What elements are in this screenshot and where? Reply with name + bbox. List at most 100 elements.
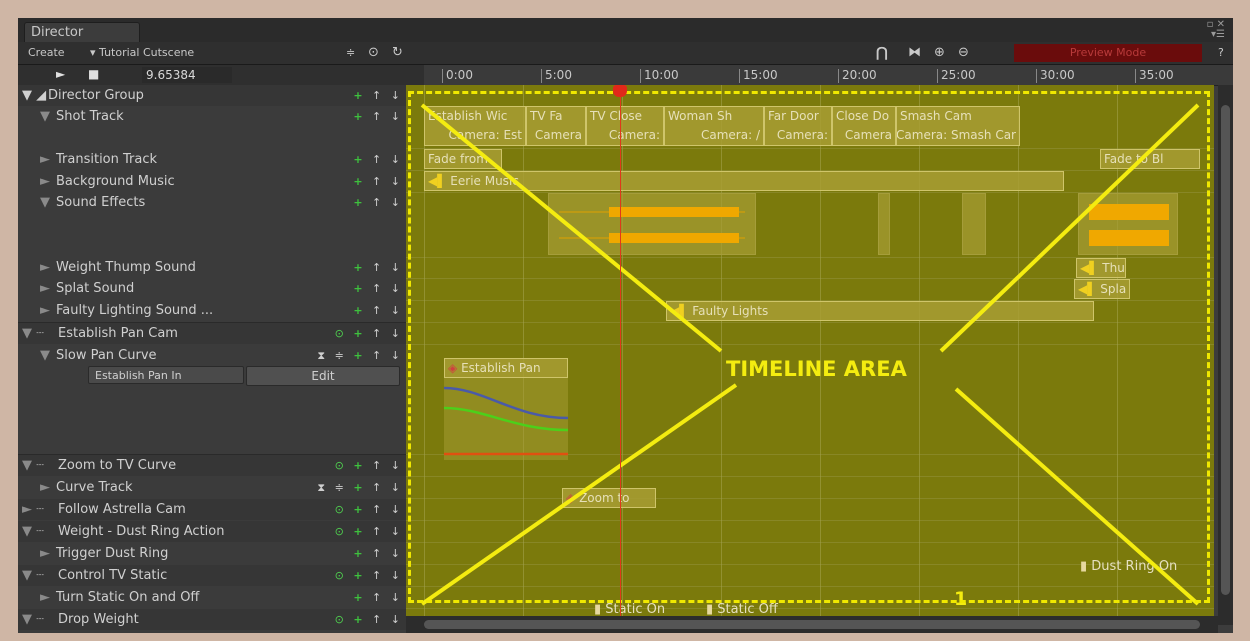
create-menu[interactable]: Create (28, 45, 65, 61)
track-controls[interactable]: ⊙ + ↑ ↓ (335, 521, 403, 542)
refresh-icon[interactable]: ↻ (392, 45, 403, 61)
cutscene-stepper-icon[interactable]: ≑ (346, 45, 355, 61)
track-controls[interactable]: ⊙ + ↑ ↓ (335, 323, 403, 344)
target-icon[interactable]: ⊙ (335, 569, 347, 582)
track-controls[interactable]: ⊙ + ↑ ↓ (335, 565, 403, 586)
window-tab[interactable]: Director (24, 22, 140, 42)
target-icon[interactable]: ⊙ (335, 459, 347, 472)
track-faulty-lighting[interactable]: ► Faulty Lighting Sound ... + ↑ ↓ (18, 300, 407, 321)
add-icon[interactable]: + (353, 591, 365, 604)
expand-icon[interactable]: ▼ ┄ (22, 455, 44, 476)
help-icon[interactable]: ? (1218, 45, 1224, 61)
add-icon[interactable]: + (353, 525, 365, 538)
track-controls[interactable]: + ↑ ↓ (353, 278, 403, 299)
track-weight-thump[interactable]: ► Weight Thump Sound + ↑ ↓ (18, 257, 407, 278)
zoom-in-icon[interactable]: ⊕ (934, 45, 945, 61)
track-controls[interactable]: + ↑ ↓ (353, 149, 403, 170)
target-icon[interactable]: ⊙ (335, 613, 347, 626)
stop-icon[interactable]: ■ (88, 67, 99, 81)
expand-icon[interactable]: ▼ ┄ (22, 323, 44, 344)
track-controls[interactable]: + ↑ ↓ (353, 171, 403, 192)
track-controls[interactable]: + ↑ ↓ (353, 257, 403, 278)
add-icon[interactable]: + (353, 503, 365, 516)
zoom-out-icon[interactable]: ⊖ (958, 45, 969, 61)
expand-icon[interactable]: ► (40, 171, 50, 192)
expand-icon[interactable]: ▼ ┄ (22, 609, 44, 630)
track-follow-astrella[interactable]: ► ┄ Follow Astrella Cam ⊙ + ↑ ↓ (18, 499, 407, 520)
horizontal-scroll-thumb[interactable] (424, 620, 1200, 629)
horizontal-scrollbar[interactable] (406, 616, 1218, 633)
track-drop-weight[interactable]: ▼ ┄ Drop Weight ⊙ + ↑ ↓ (18, 609, 407, 630)
window-menu-icon[interactable]: ▾☰ (1207, 30, 1225, 40)
track-transition[interactable]: ► Transition Track + ↑ ↓ (18, 149, 407, 170)
track-controls[interactable]: ⊙ + ↑ ↓ (335, 499, 403, 520)
track-splat-sound[interactable]: ► Splat Sound + ↑ ↓ (18, 278, 407, 299)
expand-icon[interactable]: ► (40, 477, 50, 498)
track-controls[interactable]: ⊙ + ↑ ↓ (335, 609, 403, 630)
expand-icon[interactable]: ► (40, 543, 50, 564)
add-icon[interactable]: + (353, 481, 365, 494)
add-icon[interactable]: + (353, 349, 365, 362)
add-icon[interactable]: + (353, 153, 365, 166)
add-icon[interactable]: + (353, 89, 365, 102)
track-controls[interactable]: + ↑ ↓ (353, 192, 403, 213)
preview-mode-button[interactable]: Preview Mode (1014, 44, 1202, 62)
track-sound-effects[interactable]: ▼ Sound Effects + ↑ ↓ (18, 192, 407, 213)
add-icon[interactable]: + (353, 459, 365, 472)
expand-icon[interactable]: ► (40, 257, 50, 278)
add-icon[interactable]: + (353, 282, 365, 295)
edit-button[interactable]: Edit (246, 366, 400, 386)
expand-icon[interactable]: ▼ (40, 345, 50, 366)
playhead-line[interactable] (620, 85, 621, 625)
expand-icon[interactable]: ► ┄ (22, 499, 44, 520)
track-control-tv-static[interactable]: ▼ ┄ Control TV Static ⊙ + ↑ ↓ (18, 565, 407, 586)
track-controls[interactable]: + ↑ ↓ (353, 543, 403, 564)
expand-icon[interactable]: ▼ ┄ (22, 565, 44, 586)
window-controls[interactable]: ▫ ✕ ▾☰ (1207, 20, 1225, 40)
expand-icon[interactable]: ► (40, 300, 50, 321)
vertical-scroll-thumb[interactable] (1221, 105, 1230, 595)
track-controls[interactable]: + ↑ ↓ (353, 85, 403, 106)
vertical-scrollbar[interactable] (1218, 85, 1233, 625)
track-controls[interactable]: ⧗ ≑ + ↑ ↓ (317, 345, 403, 366)
track-turn-static[interactable]: ► Turn Static On and Off + ↑ ↓ (18, 587, 407, 608)
curve-select[interactable]: Establish Pan In (88, 366, 244, 384)
expand-icon[interactable]: ▼ (40, 192, 50, 213)
track-controls[interactable]: ⧗ ≑ + ↑ ↓ (317, 477, 403, 498)
add-icon[interactable]: + (353, 196, 365, 209)
expand-icon[interactable]: ▼ ┄ (22, 521, 44, 542)
add-icon[interactable]: + (353, 304, 365, 317)
time-field[interactable]: 9.65384 (142, 67, 232, 83)
add-icon[interactable]: + (353, 569, 365, 582)
playhead-handle[interactable] (613, 85, 627, 97)
target-icon[interactable]: ⊙ (335, 525, 347, 538)
fit-icon[interactable]: ⧓ (908, 45, 921, 61)
cutscene-dropdown[interactable]: ▾ Tutorial Cutscene (90, 45, 194, 61)
track-shot-track[interactable]: ▼ Shot Track + ↑ ↓ (18, 106, 407, 127)
track-slow-pan-curve[interactable]: ▼ Slow Pan Curve ⧗ ≑ + ↑ ↓ (18, 345, 407, 366)
target-icon[interactable]: ⊙ (335, 327, 347, 340)
expand-icon[interactable]: ► (40, 278, 50, 299)
magnet-icon[interactable]: ⋂ (876, 45, 888, 61)
play-icon[interactable]: ► (56, 67, 65, 81)
track-director-group[interactable]: ▼ ◢ Director Group + ↑ ↓ (18, 85, 407, 106)
track-establish-pan-cam[interactable]: ▼ ┄ Establish Pan Cam ⊙ + ↑ ↓ (18, 323, 407, 344)
expand-icon[interactable]: ► (40, 587, 50, 608)
settings-icon[interactable]: ⊙ (368, 45, 379, 61)
add-icon[interactable]: + (353, 547, 365, 560)
target-icon[interactable]: ⊙ (335, 503, 347, 516)
track-weight-dust-ring[interactable]: ▼ ┄ Weight - Dust Ring Action ⊙ + ↑ ↓ (18, 521, 407, 542)
expand-icon[interactable]: ▼ (40, 106, 50, 127)
add-icon[interactable]: + (353, 175, 365, 188)
track-controls[interactable]: + ↑ ↓ (353, 106, 403, 127)
track-trigger-dust-ring[interactable]: ► Trigger Dust Ring + ↑ ↓ (18, 543, 407, 564)
track-controls[interactable]: ⊙ + ↑ ↓ (335, 455, 403, 476)
expand-icon[interactable]: ► (40, 149, 50, 170)
add-icon[interactable]: + (353, 261, 365, 274)
track-controls[interactable]: + ↑ ↓ (353, 300, 403, 321)
track-background-music[interactable]: ► Background Music + ↑ ↓ (18, 171, 407, 192)
track-zoom-tv-curve[interactable]: ▼ ┄ Zoom to TV Curve ⊙ + ↑ ↓ (18, 455, 407, 476)
track-curve-track[interactable]: ► Curve Track ⧗ ≑ + ↑ ↓ (18, 477, 407, 498)
add-icon[interactable]: + (353, 327, 365, 340)
track-controls[interactable]: + ↑ ↓ (353, 587, 403, 608)
